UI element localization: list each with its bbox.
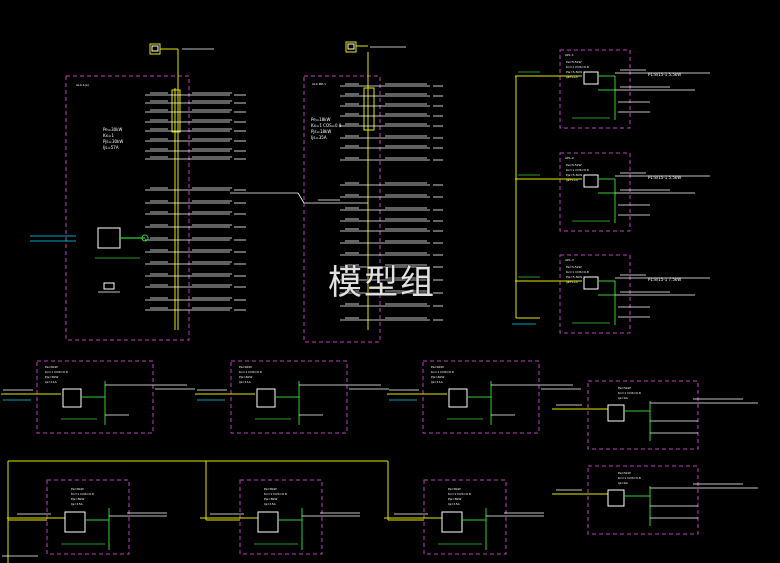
panel-main-a-id: AL4-1(a) bbox=[76, 83, 89, 87]
meter-display bbox=[151, 45, 159, 52]
bottom-panel-kx: Kx=1 COS=0.8 bbox=[264, 492, 287, 496]
load-ijs-b: Ijs=35A bbox=[311, 135, 327, 140]
small-panel-device bbox=[62, 388, 82, 408]
right-panel-pe: Pe=5.5kW bbox=[566, 163, 582, 167]
right-panel-device bbox=[583, 71, 599, 85]
bottom-panel-ijs: Ijs=15A bbox=[448, 502, 461, 506]
right-panel-rating: P1:8/15-1 7.5kW bbox=[648, 277, 681, 282]
panel-main-b-breaker-block bbox=[363, 87, 375, 131]
small-panel-device bbox=[256, 388, 276, 408]
panel-lr-2 bbox=[587, 465, 699, 535]
panel-main-a-frame bbox=[65, 75, 190, 341]
small-panel-kx: Kx=1 COS=0.8 bbox=[431, 370, 454, 374]
load-pjs-a: Pjs=30kW bbox=[103, 139, 123, 144]
bottom-panel-device bbox=[64, 511, 86, 533]
right-panel-pjs: Pjs=5.5kW bbox=[566, 275, 582, 279]
small-panel-kx: Kx=1 COS=0.8 bbox=[45, 370, 68, 374]
small-panel-ijs: Ijs=11A bbox=[45, 380, 58, 384]
load-pe-b: Pe=18kW bbox=[311, 117, 330, 122]
bottom-panel-pe: Pe=8kW bbox=[264, 487, 277, 491]
right-panel-id: AP1-1 bbox=[565, 53, 574, 57]
panel-main-a-breaker-block bbox=[171, 89, 181, 133]
right-panel-rating: P1:8/15-1 5.5kW bbox=[648, 72, 681, 77]
load-kx-a: Kx=1 bbox=[103, 133, 114, 138]
right-panel-kx: Kx=1 COS=0.8 bbox=[566, 168, 589, 172]
right-panel-pjs: Pjs=5.5kW bbox=[566, 70, 582, 74]
small-panel-kx: Kx=1 COS=0.8 bbox=[239, 370, 262, 374]
lr-panel-kx: Kx=1 COS=0.8 bbox=[618, 391, 641, 395]
bottom-panel-pjs: Pjs=8kW bbox=[71, 497, 84, 501]
load-pjs-b: Pjs=18kW bbox=[311, 129, 331, 134]
bottom-panel-pe: Pe=8kW bbox=[71, 487, 84, 491]
load-kx-b: Kx=1 COS=0.8 bbox=[311, 123, 342, 128]
meter-display bbox=[347, 43, 355, 50]
right-panel-kx: Kx=1 COS=0.8 bbox=[566, 270, 589, 274]
lr-panel-pe: Pe=5kW bbox=[618, 471, 631, 475]
right-panel-kx: Kx=1 COS=0.8 bbox=[566, 65, 589, 69]
small-panel-pe: Pe=6kW bbox=[45, 365, 58, 369]
meter-small-a bbox=[103, 282, 115, 290]
lr-panel-ijs: Ijs=9A bbox=[618, 396, 629, 400]
bottom-panel-pjs: Pjs=8kW bbox=[264, 497, 277, 501]
bottom-panel-kx: Kx=1 COS=0.8 bbox=[71, 492, 94, 496]
right-panel-id: AP1-2 bbox=[565, 156, 574, 160]
load-ijs-a: Ijs=57A bbox=[103, 145, 119, 150]
small-panel-pjs: Pjs=6kW bbox=[431, 375, 444, 379]
right-panel-pe: Pe=5.5kW bbox=[566, 60, 582, 64]
tie-line bbox=[297, 192, 305, 204]
watermark-text: 模型组 bbox=[328, 263, 436, 303]
lr-panel-device bbox=[607, 489, 625, 507]
lr-panel-pe: Pe=5kW bbox=[618, 386, 631, 390]
incomer-device-a bbox=[97, 227, 121, 249]
small-panel-pe: Pe=6kW bbox=[239, 365, 252, 369]
bottom-panel-pe: Pe=8kW bbox=[448, 487, 461, 491]
right-panel-device bbox=[583, 276, 599, 290]
panel-lr-1 bbox=[587, 380, 699, 450]
bottom-panel-device bbox=[257, 511, 279, 533]
small-panel-pjs: Pjs=6kW bbox=[45, 375, 58, 379]
lr-panel-kx: Kx=1 COS=0.8 bbox=[618, 476, 641, 480]
small-panel-ijs: Ijs=11A bbox=[431, 380, 444, 384]
right-panel-device bbox=[583, 174, 599, 188]
bottom-panel-kx: Kx=1 COS=0.8 bbox=[448, 492, 471, 496]
panel-main-b-id: AL4-MP-1 bbox=[312, 82, 326, 86]
bottom-panel-device bbox=[441, 511, 463, 533]
small-panel-device bbox=[448, 388, 468, 408]
lr-panel-device bbox=[607, 404, 625, 422]
right-panel-rating: P1:8/15-1 5.5kW bbox=[648, 175, 681, 180]
bottom-panel-ijs: Ijs=15A bbox=[71, 502, 84, 506]
bottom-panel-pjs: Pjs=8kW bbox=[448, 497, 461, 501]
small-panel-pe: Pe=6kW bbox=[431, 365, 444, 369]
right-panel-id: AP1-3 bbox=[565, 258, 574, 262]
load-pe-a: Pe=30kW bbox=[103, 127, 122, 132]
small-panel-ijs: Ijs=11A bbox=[239, 380, 252, 384]
right-panel-pe: Pe=5.5kW bbox=[566, 265, 582, 269]
bottom-panel-ijs: Ijs=15A bbox=[264, 502, 277, 506]
lr-panel-ijs: Ijs=9A bbox=[618, 481, 629, 485]
right-panel-pjs: Pjs=5.5kW bbox=[566, 173, 582, 177]
small-panel-pjs: Pjs=6kW bbox=[239, 375, 252, 379]
